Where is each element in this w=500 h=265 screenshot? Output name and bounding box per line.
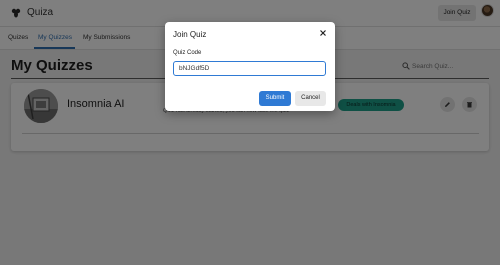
join-quiz-dialog: Join Quiz Quiz Code Submit Cancel — [165, 22, 335, 111]
close-icon — [320, 30, 326, 36]
submit-button[interactable]: Submit — [259, 91, 291, 106]
dialog-close-button[interactable] — [317, 27, 329, 39]
dialog-title: Join Quiz — [173, 30, 207, 39]
app-root: Quiza Join Quiz Quizes My Quizzes My Sub… — [0, 0, 500, 265]
quiz-code-input[interactable] — [173, 61, 326, 76]
quiz-code-label: Quiz Code — [173, 50, 202, 56]
cancel-button[interactable]: Cancel — [295, 91, 326, 106]
